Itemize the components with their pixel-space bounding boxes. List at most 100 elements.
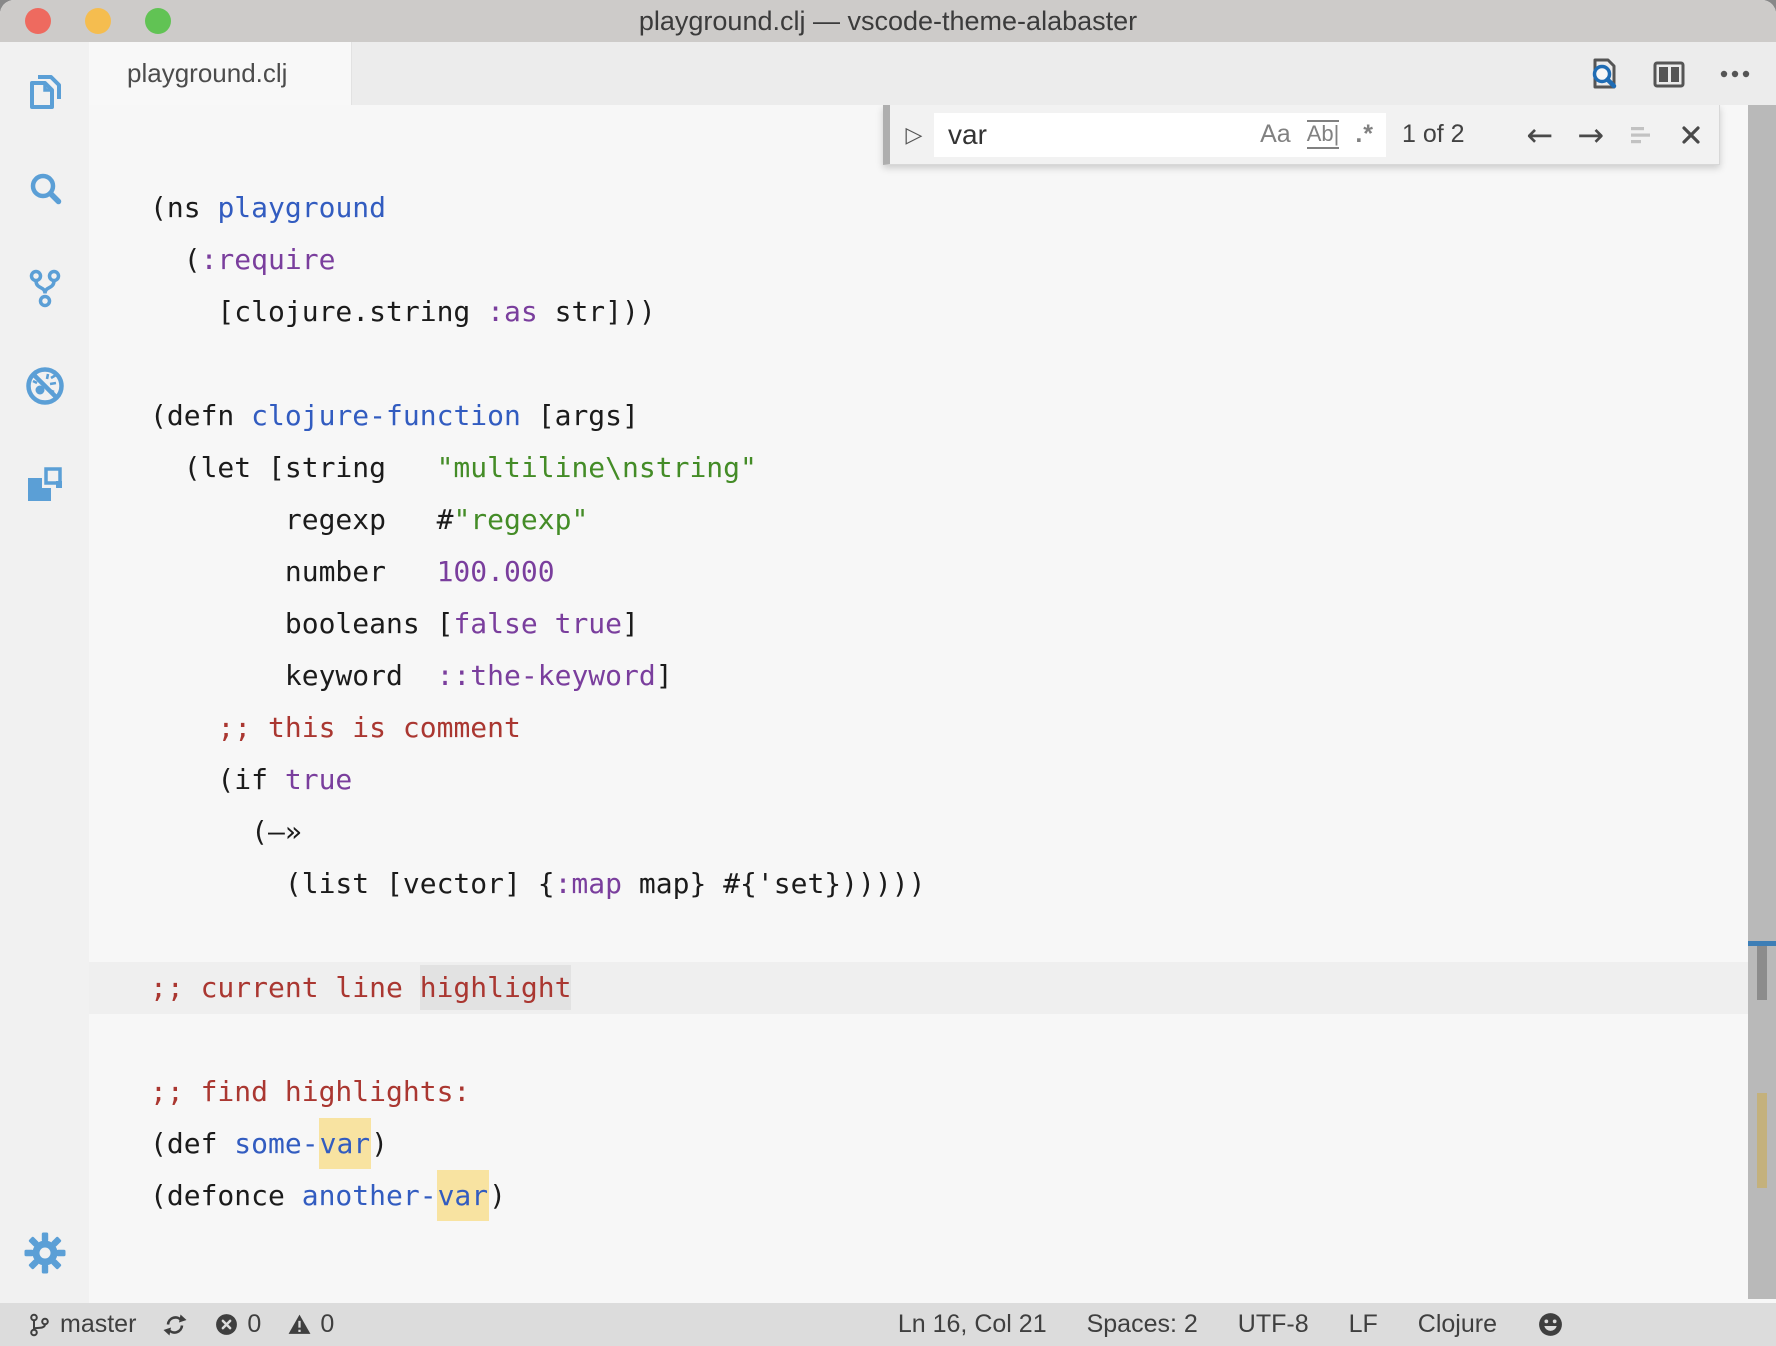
code-token: "regexp" bbox=[453, 503, 588, 536]
regex-toggle[interactable]: .* bbox=[1355, 120, 1374, 149]
window-title: playground.clj — vscode-theme-alabaster bbox=[0, 6, 1776, 37]
tab-label: playground.clj bbox=[127, 58, 287, 89]
debug-disabled-icon bbox=[23, 364, 67, 408]
code-token: "multiline\nstring" bbox=[437, 451, 757, 484]
encoding-indicator[interactable]: UTF-8 bbox=[1238, 1310, 1309, 1339]
code-token: :as bbox=[487, 295, 538, 328]
ellipsis-icon bbox=[1716, 55, 1754, 93]
find-in-selection-button[interactable] bbox=[1628, 122, 1655, 148]
code-line[interactable]: (:require bbox=[89, 234, 1776, 286]
code-token: playground bbox=[217, 191, 386, 224]
find-widget: ▷ Aa Ab| .* 1 of 2 ← → bbox=[883, 105, 1720, 165]
code-lines: (ns playground (:require [clojure.string… bbox=[89, 105, 1776, 1222]
code-line[interactable]: regexp #"regexp" bbox=[89, 494, 1776, 546]
code-line[interactable]: (defn clojure-function [args] bbox=[89, 390, 1776, 442]
toggle-replace-button[interactable]: ▷ bbox=[900, 122, 928, 148]
code-token: ( bbox=[150, 243, 201, 276]
extensions-icon bbox=[23, 462, 67, 506]
code-line[interactable]: ;; this is comment bbox=[89, 702, 1776, 754]
sync-button[interactable] bbox=[162, 1312, 188, 1338]
git-branch-icon bbox=[26, 1312, 52, 1338]
sync-icon bbox=[162, 1312, 188, 1338]
code-line[interactable]: (if true bbox=[89, 754, 1776, 806]
cursor-position[interactable]: Ln 16, Col 21 bbox=[898, 1310, 1047, 1339]
split-editor-button[interactable] bbox=[1650, 55, 1688, 93]
code-line[interactable]: booleans [false true] bbox=[89, 598, 1776, 650]
code-line[interactable]: (ns playground bbox=[89, 182, 1776, 234]
code-token: highlight bbox=[420, 965, 572, 1010]
feedback-button[interactable] bbox=[1537, 1311, 1564, 1338]
code-token: (—» bbox=[150, 815, 302, 848]
split-editor-icon bbox=[1650, 55, 1688, 93]
match-case-toggle[interactable]: Aa bbox=[1260, 120, 1291, 149]
code-token: ;; this is comment bbox=[217, 711, 520, 744]
open-preview-button[interactable] bbox=[1584, 55, 1622, 93]
code-token: keyword bbox=[150, 659, 437, 692]
code-token bbox=[538, 607, 555, 640]
find-input-box: Aa Ab| .* bbox=[934, 113, 1386, 157]
code-token: ] bbox=[656, 659, 673, 692]
eol-indicator[interactable]: LF bbox=[1349, 1310, 1378, 1339]
smiley-icon bbox=[1537, 1311, 1564, 1338]
code-token: clojure-function bbox=[251, 399, 521, 432]
errors-indicator[interactable]: 0 bbox=[214, 1310, 261, 1339]
sidebar-item-search[interactable] bbox=[23, 168, 67, 212]
warnings-indicator[interactable]: 0 bbox=[287, 1310, 334, 1339]
titlebar: playground.clj — vscode-theme-alabaster bbox=[0, 0, 1776, 42]
warnings-count: 0 bbox=[320, 1310, 334, 1339]
code-line[interactable]: keyword ::the-keyword] bbox=[89, 650, 1776, 702]
tab-bar: playground.clj bbox=[89, 42, 1776, 105]
code-token: ::the-keyword bbox=[437, 659, 656, 692]
code-line[interactable]: ;; current line highlight bbox=[89, 962, 1776, 1014]
branch-indicator[interactable]: master bbox=[26, 1310, 136, 1339]
code-line[interactable] bbox=[89, 1014, 1776, 1066]
sidebar-item-extensions[interactable] bbox=[23, 462, 67, 506]
find-in-selection-icon bbox=[1628, 122, 1655, 148]
close-find-button[interactable] bbox=[1679, 123, 1703, 147]
overview-selection-marker bbox=[1757, 946, 1767, 1000]
find-input[interactable] bbox=[934, 119, 1248, 151]
code-token: (def bbox=[150, 1127, 234, 1160]
scrollbar[interactable] bbox=[1748, 105, 1776, 1299]
code-token: some- bbox=[234, 1127, 318, 1160]
previous-match-button[interactable]: ← bbox=[1526, 119, 1553, 151]
code-line[interactable]: (defonce another-var) bbox=[89, 1170, 1776, 1222]
code-token: true bbox=[285, 763, 352, 796]
code-line[interactable]: (—» bbox=[89, 806, 1776, 858]
indentation-indicator[interactable]: Spaces: 2 bbox=[1087, 1310, 1198, 1339]
code-token: var bbox=[319, 1118, 372, 1169]
overview-find-marker bbox=[1757, 1093, 1767, 1188]
whole-word-toggle[interactable]: Ab| bbox=[1307, 120, 1340, 148]
code-token: ) bbox=[371, 1127, 388, 1160]
close-icon bbox=[1679, 123, 1703, 147]
code-token: (list [vector] { bbox=[150, 867, 555, 900]
language-indicator[interactable]: Clojure bbox=[1418, 1310, 1497, 1339]
sidebar-item-source-control[interactable] bbox=[23, 266, 67, 310]
sidebar-item-explorer[interactable] bbox=[23, 70, 67, 114]
code-line[interactable] bbox=[89, 910, 1776, 962]
match-count: 1 of 2 bbox=[1402, 120, 1465, 149]
editor[interactable]: (ns playground (:require [clojure.string… bbox=[89, 105, 1776, 1303]
code-line[interactable]: number 100.000 bbox=[89, 546, 1776, 598]
settings-button[interactable] bbox=[23, 1231, 67, 1275]
code-line[interactable]: (let [string "multiline\nstring" bbox=[89, 442, 1776, 494]
code-line[interactable] bbox=[89, 338, 1776, 390]
more-actions-button[interactable] bbox=[1716, 55, 1754, 93]
code-line[interactable]: (list [vector] {:map map} #{'set}))))) bbox=[89, 858, 1776, 910]
next-match-button[interactable]: → bbox=[1577, 119, 1604, 151]
code-token: 100.000 bbox=[437, 555, 555, 588]
code-token: var bbox=[437, 1170, 490, 1221]
error-icon bbox=[214, 1312, 239, 1337]
sidebar-item-debug[interactable] bbox=[23, 364, 67, 408]
tab-playground-clj[interactable]: playground.clj bbox=[89, 42, 352, 105]
code-token: regexp # bbox=[150, 503, 453, 536]
code-line[interactable]: (def some-var) bbox=[89, 1118, 1776, 1170]
code-token: ] bbox=[622, 607, 639, 640]
gear-icon bbox=[23, 1231, 67, 1275]
code-token: (let [string bbox=[150, 451, 437, 484]
code-line[interactable]: [clojure.string :as str])) bbox=[89, 286, 1776, 338]
vscode-window: playground.clj — vscode-theme-alabaster bbox=[0, 0, 1776, 1346]
find-toggles: Aa Ab| .* bbox=[1248, 120, 1386, 149]
code-token: str])) bbox=[538, 295, 656, 328]
code-line[interactable]: ;; find highlights: bbox=[89, 1066, 1776, 1118]
